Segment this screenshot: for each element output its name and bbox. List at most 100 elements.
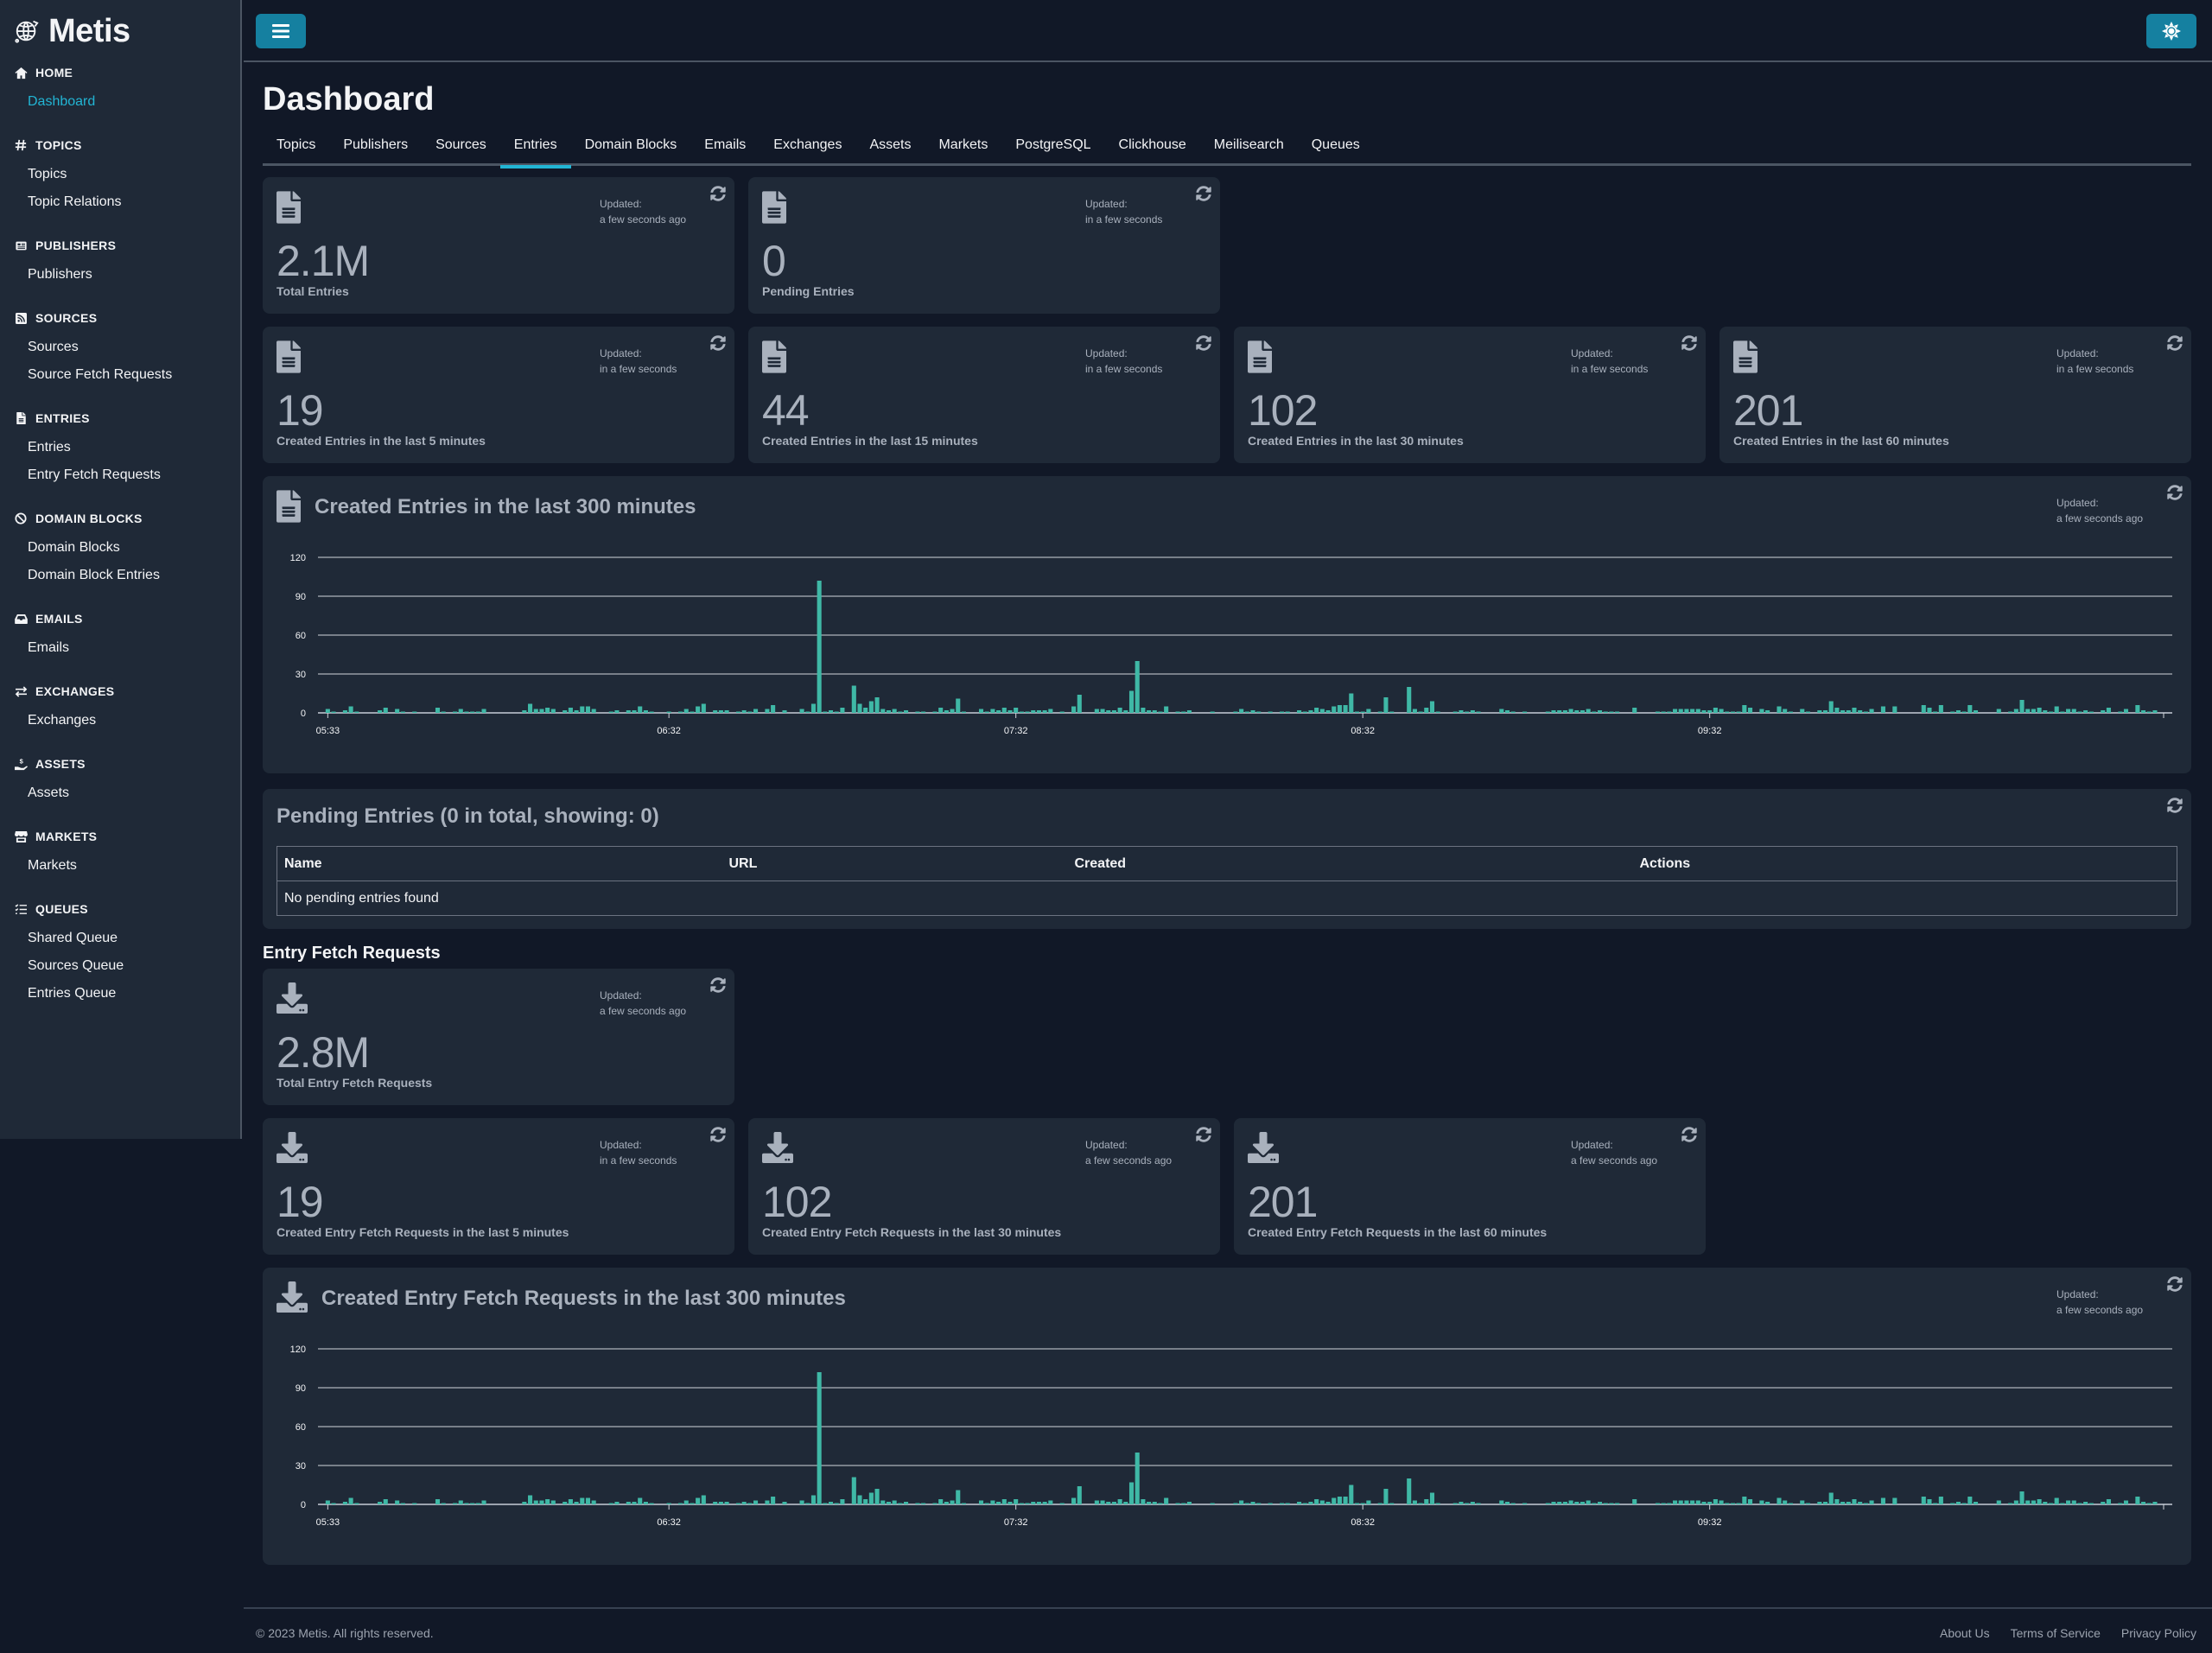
bar[interactable]	[1580, 1502, 1586, 1504]
bar[interactable]	[1690, 709, 1695, 714]
bar[interactable]	[1123, 710, 1128, 713]
bar[interactable]	[765, 709, 770, 714]
bar[interactable]	[1880, 706, 1885, 714]
bar[interactable]	[1765, 1502, 1770, 1504]
bar[interactable]	[863, 708, 868, 713]
bar[interactable]	[823, 711, 828, 714]
bar[interactable]	[1181, 1503, 1186, 1505]
bar[interactable]	[805, 1503, 810, 1505]
bar[interactable]	[1424, 708, 1429, 713]
bar[interactable]	[1592, 711, 1597, 714]
bar[interactable]	[771, 1497, 776, 1504]
bar[interactable]	[892, 709, 897, 714]
bar[interactable]	[1747, 1499, 1753, 1504]
bar[interactable]	[1325, 1502, 1331, 1504]
bar[interactable]	[1672, 1500, 1678, 1505]
sidebar-item-shared-queue[interactable]: Shared Queue	[0, 925, 240, 952]
bar[interactable]	[475, 1503, 480, 1505]
bar[interactable]	[1950, 1503, 1955, 1505]
bar[interactable]	[1314, 708, 1319, 713]
bar[interactable]	[1407, 687, 1412, 713]
bar[interactable]	[834, 1503, 839, 1505]
bar[interactable]	[2101, 710, 2106, 713]
bar[interactable]	[608, 711, 613, 714]
sidebar-item-dashboard[interactable]: Dashboard	[0, 88, 240, 116]
bar[interactable]	[1707, 1502, 1713, 1504]
bar[interactable]	[1302, 1503, 1307, 1505]
bar[interactable]	[1152, 710, 1157, 713]
footer-link-terms[interactable]: Terms of Service	[2011, 1626, 2101, 1640]
bar[interactable]	[563, 710, 568, 713]
bar[interactable]	[1609, 1503, 1614, 1505]
column-header-url[interactable]: URL	[721, 846, 1068, 881]
bar[interactable]	[591, 709, 596, 714]
bar[interactable]	[2135, 705, 2140, 713]
bar[interactable]	[325, 1500, 330, 1505]
footer-link-privacy[interactable]: Privacy Policy	[2121, 1626, 2196, 1640]
bar[interactable]	[1921, 1497, 1926, 1504]
refresh-icon[interactable]	[1196, 1127, 1211, 1142]
bar[interactable]	[996, 1502, 1001, 1504]
bar[interactable]	[990, 709, 995, 714]
bar[interactable]	[1695, 1500, 1700, 1505]
tab-assets[interactable]: Assets	[855, 128, 925, 166]
bar[interactable]	[1961, 1503, 1967, 1505]
bar[interactable]	[851, 1477, 856, 1505]
tab-postgresql[interactable]: PostgreSQL	[1001, 128, 1104, 166]
bar[interactable]	[574, 1502, 579, 1504]
bar[interactable]	[1383, 697, 1389, 713]
bar[interactable]	[1800, 1500, 1805, 1505]
bar[interactable]	[898, 711, 903, 714]
bar[interactable]	[984, 711, 989, 714]
tab-meilisearch[interactable]: Meilisearch	[1200, 128, 1298, 166]
bar[interactable]	[1459, 1502, 1464, 1504]
sidebar-item-domain-block-entries[interactable]: Domain Block Entries	[0, 562, 240, 589]
bar[interactable]	[1667, 711, 1672, 714]
bar[interactable]	[880, 709, 886, 714]
bar[interactable]	[1522, 711, 1528, 714]
bar[interactable]	[342, 1502, 347, 1504]
bar[interactable]	[1435, 1503, 1440, 1505]
bar[interactable]	[1603, 1503, 1608, 1505]
bar[interactable]	[915, 711, 920, 714]
tab-exchanges[interactable]: Exchanges	[760, 128, 855, 166]
bar[interactable]	[2118, 711, 2123, 714]
bar[interactable]	[1360, 711, 1365, 714]
bar[interactable]	[1014, 1499, 1019, 1504]
bar[interactable]	[626, 710, 631, 713]
bar[interactable]	[580, 706, 585, 714]
bar[interactable]	[666, 711, 671, 714]
bar[interactable]	[713, 710, 718, 713]
bar[interactable]	[470, 1503, 475, 1505]
bar[interactable]	[1135, 661, 1140, 713]
bar[interactable]	[1412, 1500, 1417, 1505]
bar[interactable]	[1973, 1502, 1979, 1504]
bar[interactable]	[2118, 1503, 2123, 1505]
bar[interactable]	[892, 1500, 897, 1505]
bar[interactable]	[799, 709, 804, 714]
bar[interactable]	[782, 710, 787, 713]
bar[interactable]	[1302, 711, 1307, 714]
refresh-icon[interactable]	[710, 186, 726, 201]
bar[interactable]	[1418, 711, 1423, 714]
bar[interactable]	[2019, 700, 2024, 713]
bar[interactable]	[1504, 710, 1510, 713]
bar[interactable]	[903, 710, 909, 713]
bar[interactable]	[2123, 1500, 2129, 1505]
bar[interactable]	[950, 1500, 955, 1505]
bar[interactable]	[550, 1500, 556, 1505]
bar[interactable]	[1268, 1503, 1273, 1505]
bar[interactable]	[978, 709, 984, 714]
bar[interactable]	[464, 711, 469, 714]
bar[interactable]	[533, 709, 538, 714]
bar[interactable]	[574, 710, 579, 713]
bar[interactable]	[1135, 1453, 1140, 1504]
bar[interactable]	[1840, 710, 1846, 713]
bar[interactable]	[1684, 709, 1689, 714]
bar[interactable]	[1059, 711, 1065, 714]
bar[interactable]	[563, 1502, 568, 1504]
bar[interactable]	[1106, 1502, 1111, 1504]
sidebar-item-topics[interactable]: Topics	[0, 161, 240, 188]
bar[interactable]	[678, 1503, 683, 1505]
bar[interactable]	[2141, 710, 2146, 713]
